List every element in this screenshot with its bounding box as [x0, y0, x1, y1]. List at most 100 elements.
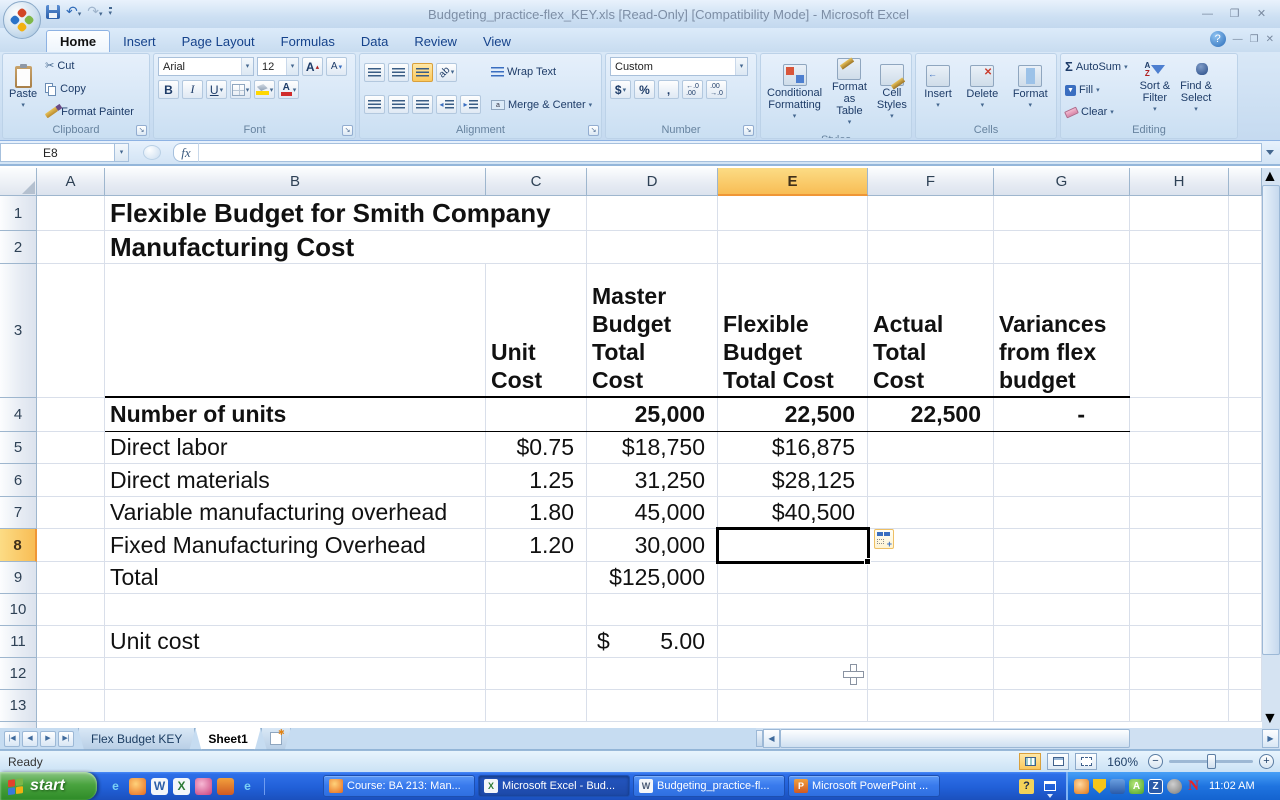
cell[interactable]	[994, 658, 1130, 690]
word-icon[interactable]: W	[151, 778, 168, 795]
cell[interactable]	[587, 594, 718, 626]
decrease-decimal-button[interactable]: .00 →.0	[706, 80, 727, 99]
restore-button[interactable]: ❐	[1224, 6, 1245, 23]
middle-align-button[interactable]	[388, 63, 409, 82]
cell[interactable]	[1130, 432, 1229, 464]
horizontal-scrollbar[interactable]: ◀ ▶	[756, 728, 1280, 749]
help-icon[interactable]: ?	[1210, 31, 1226, 47]
cell[interactable]	[37, 690, 105, 722]
tab-home[interactable]: Home	[46, 30, 110, 52]
cell[interactable]	[718, 594, 868, 626]
next-sheet-icon[interactable]: ▶	[40, 731, 56, 747]
cell[interactable]	[868, 690, 994, 722]
zoom-in-button[interactable]: +	[1259, 754, 1274, 769]
workbook-close-button[interactable]: ✕	[1266, 34, 1274, 45]
cell[interactable]: Master Budget Total Cost	[587, 264, 718, 398]
start-button[interactable]: start	[0, 772, 97, 800]
cell[interactable]	[1229, 196, 1262, 231]
cell[interactable]	[1130, 690, 1229, 722]
cut-button[interactable]: ✂Cut	[43, 58, 136, 73]
cell[interactable]	[486, 398, 587, 432]
tray-green-icon[interactable]: A	[1129, 779, 1144, 794]
cell[interactable]	[868, 196, 994, 231]
autosum-button[interactable]: ΣAutoSum▾	[1063, 58, 1130, 75]
cell[interactable]	[868, 562, 994, 594]
cell[interactable]: Variable manufacturing overhead	[105, 497, 486, 529]
cell[interactable]	[718, 562, 868, 594]
find-select-button[interactable]: Find & Select▾	[1176, 56, 1216, 121]
taskbar-button-firefox[interactable]: Course: BA 213: Man...	[323, 775, 475, 797]
cell[interactable]	[1229, 658, 1262, 690]
cell[interactable]	[868, 626, 994, 658]
cell-styles-button[interactable]: Cell Styles▾	[873, 56, 911, 131]
taskbar-button-powerpoint[interactable]: PMicrosoft PowerPoint ...	[788, 775, 940, 797]
row-header[interactable]: 1	[0, 196, 37, 231]
vertical-scrollbar-thumb[interactable]	[1262, 185, 1280, 655]
row-header[interactable]: 13	[0, 690, 37, 722]
font-size-select[interactable]: 12▾	[257, 57, 299, 76]
row-header[interactable]: 6	[0, 464, 37, 497]
taskbar-button-excel[interactable]: XMicrosoft Excel - Bud...	[478, 775, 630, 797]
borders-button[interactable]: ▾	[230, 80, 251, 99]
cell[interactable]	[1229, 594, 1262, 626]
cell[interactable]	[105, 690, 486, 722]
conditional-formatting-button[interactable]: Conditional Formatting▾	[763, 56, 826, 131]
tray-z-icon[interactable]: Z	[1148, 779, 1163, 794]
workbook-restore-button[interactable]: ❐	[1250, 34, 1259, 45]
underline-button[interactable]: U▾	[206, 80, 227, 99]
tab-review[interactable]: Review	[401, 31, 470, 52]
cell[interactable]: Flexible Budget for Smith Company	[105, 196, 587, 231]
decrease-indent-button[interactable]: ◂	[436, 95, 457, 114]
cell[interactable]	[105, 264, 486, 398]
ie-icon[interactable]: e	[107, 778, 124, 795]
sort-filter-button[interactable]: AZSort & Filter▾	[1136, 56, 1175, 121]
cell[interactable]	[1130, 658, 1229, 690]
alignment-dialog-launcher-icon[interactable]: ↘	[588, 125, 599, 136]
insert-cells-button[interactable]: Insert▾	[920, 56, 956, 121]
name-box-dropdown-icon[interactable]: ▾	[115, 143, 129, 162]
font-family-select[interactable]: Arial▾	[158, 57, 254, 76]
cell[interactable]	[486, 626, 587, 658]
cell[interactable]: $28,125	[718, 464, 868, 497]
tab-page-layout[interactable]: Page Layout	[169, 31, 268, 52]
clipboard-dialog-launcher-icon[interactable]: ↘	[136, 125, 147, 136]
cell[interactable]	[587, 658, 718, 690]
zoom-out-button[interactable]: −	[1148, 754, 1163, 769]
firefox-icon[interactable]	[129, 778, 146, 795]
column-header[interactable]: C	[486, 168, 587, 196]
cell[interactable]: $16,875	[718, 432, 868, 464]
insert-worksheet-button[interactable]	[261, 728, 291, 750]
scroll-up-icon[interactable]: ▲	[1262, 168, 1280, 186]
paste-button[interactable]: Paste▾	[5, 56, 41, 121]
cell[interactable]: Flexible Budget Total Cost	[718, 264, 868, 398]
cell[interactable]	[486, 594, 587, 626]
cell[interactable]	[1229, 690, 1262, 722]
office-button[interactable]	[3, 1, 41, 39]
outlook-icon[interactable]	[217, 778, 234, 795]
increase-decimal-button[interactable]: ←.0 .00	[682, 80, 703, 99]
cell[interactable]	[1130, 497, 1229, 529]
align-left-button[interactable]	[364, 95, 385, 114]
cell[interactable]	[37, 196, 105, 231]
cell[interactable]	[1229, 432, 1262, 464]
row-header[interactable]: 3	[0, 264, 37, 398]
workbook-minimize-button[interactable]: —	[1233, 34, 1243, 45]
fill-handle[interactable]	[864, 558, 871, 565]
zoom-level[interactable]: 160%	[1107, 755, 1138, 769]
cell[interactable]	[1229, 398, 1262, 432]
row-header[interactable]: 5	[0, 432, 37, 464]
cell[interactable]	[1229, 626, 1262, 658]
cell[interactable]	[868, 594, 994, 626]
cell[interactable]: Variances from flex budget	[994, 264, 1130, 398]
cell[interactable]	[37, 264, 105, 398]
cell[interactable]	[994, 594, 1130, 626]
cell[interactable]	[1130, 398, 1229, 432]
cell[interactable]: Total	[105, 562, 486, 594]
increase-indent-button[interactable]: ▸	[460, 95, 481, 114]
cell[interactable]	[37, 231, 105, 264]
font-color-button[interactable]: A▾	[278, 80, 299, 99]
cell[interactable]: 1.80	[486, 497, 587, 529]
cell[interactable]: Direct materials	[105, 464, 486, 497]
italic-button[interactable]: I	[182, 80, 203, 99]
column-header[interactable]: F	[868, 168, 994, 196]
